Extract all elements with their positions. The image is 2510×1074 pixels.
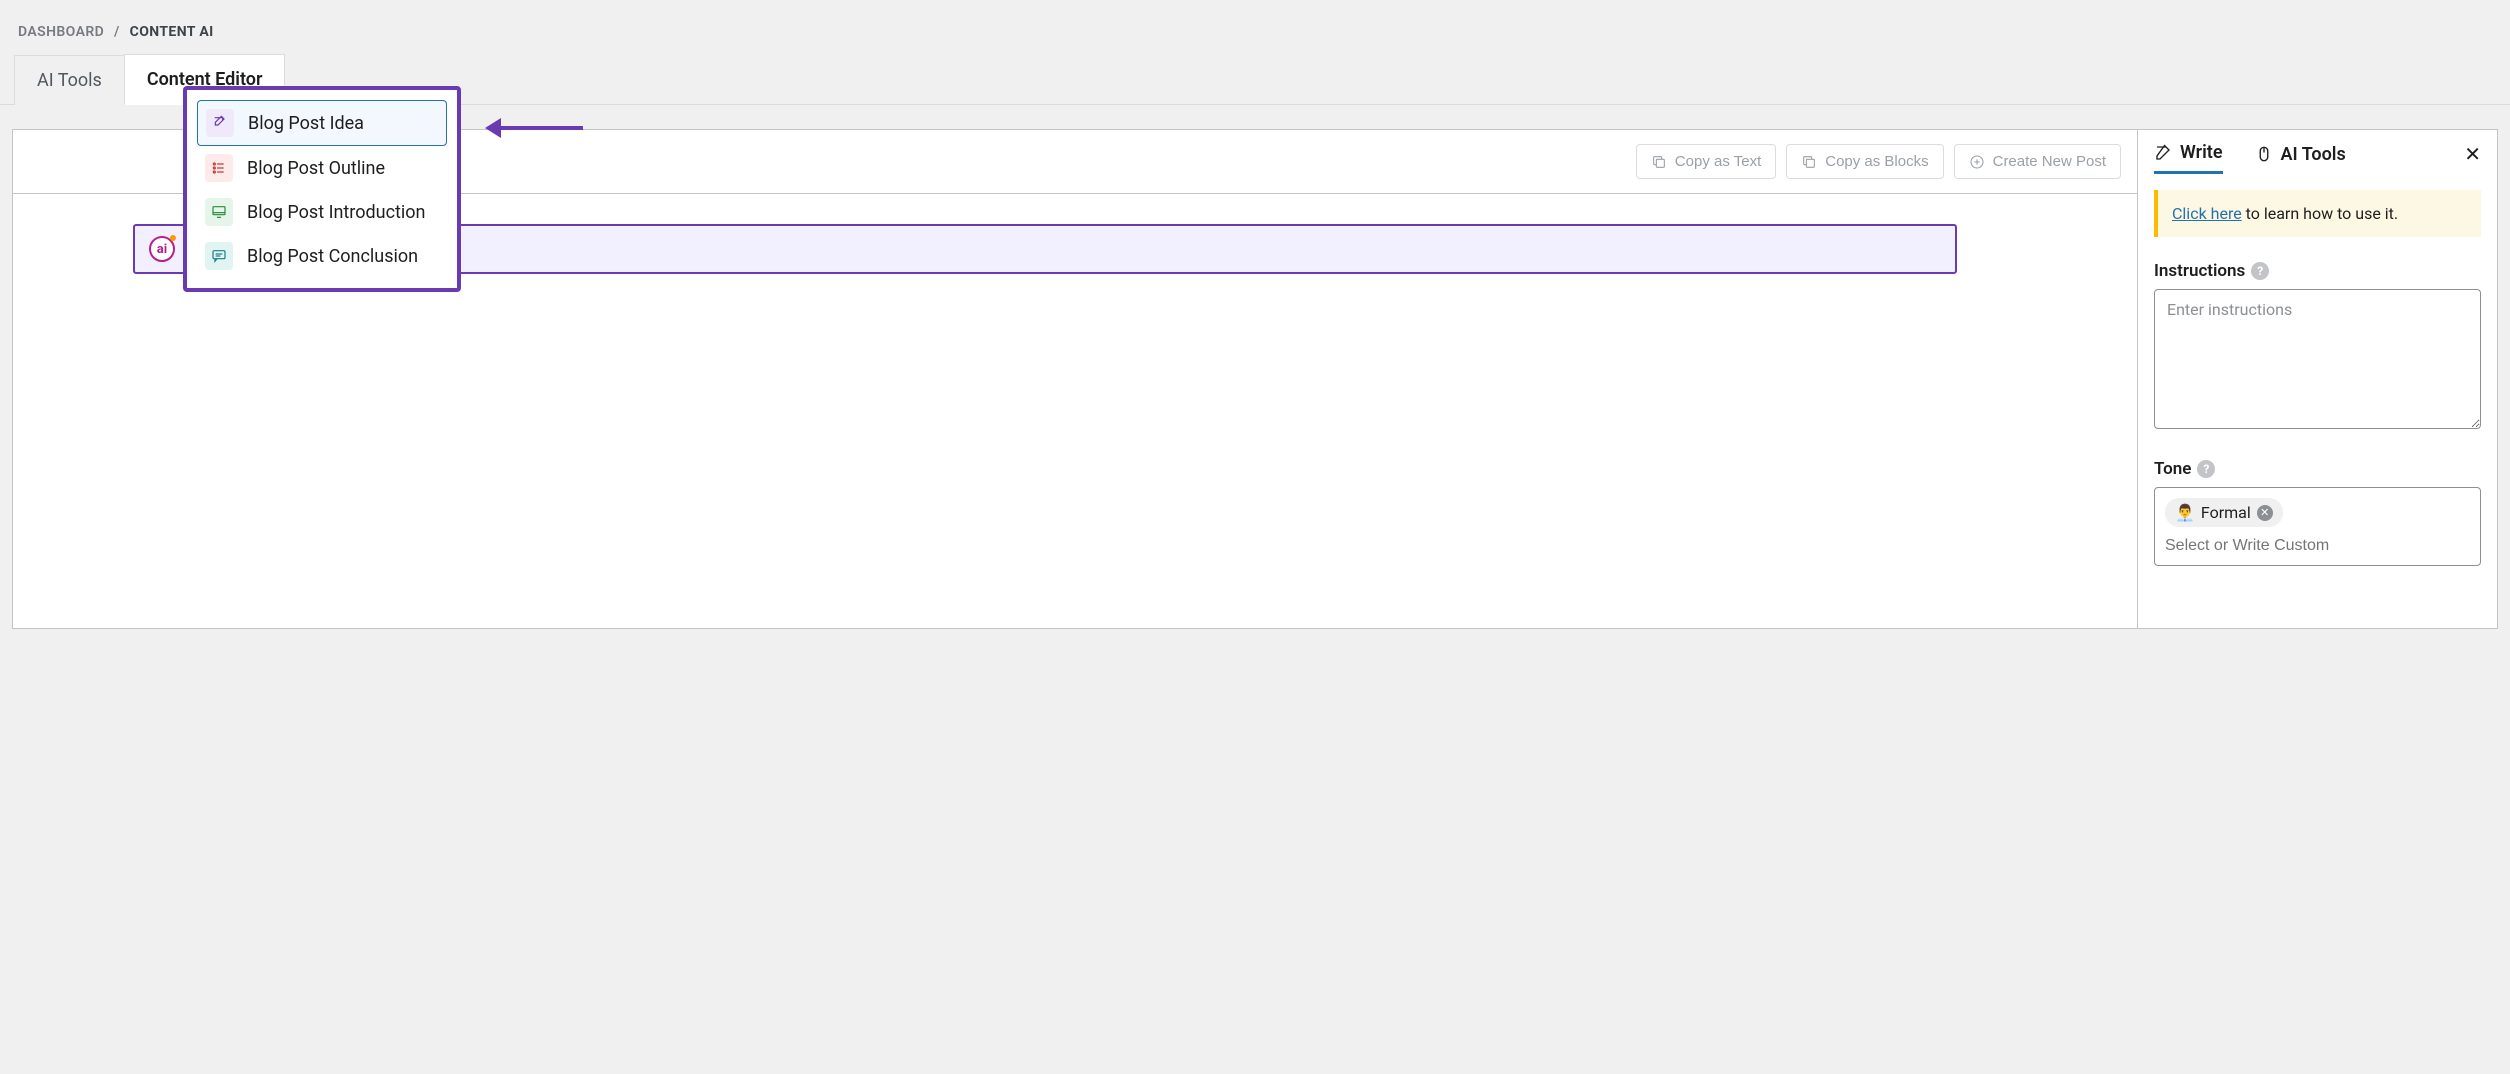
remove-chip-icon[interactable]: ✕ xyxy=(2257,505,2273,521)
tone-select[interactable]: 👨‍💼 Formal ✕ xyxy=(2154,487,2481,566)
annotation-arrow xyxy=(485,118,583,138)
dropdown-item-blog-post-outline[interactable]: Blog Post Outline xyxy=(197,146,447,190)
label-text: Tone xyxy=(2154,459,2191,479)
tab-ai-tools[interactable]: AI Tools xyxy=(14,55,125,105)
autocomplete-dropdown: Blog Post Idea Blog Post Outline Blog Po… xyxy=(183,86,461,292)
sidebar-tab-label: Write xyxy=(2180,142,2223,163)
dropdown-item-label: Blog Post Introduction xyxy=(247,202,425,223)
copy-icon xyxy=(1651,154,1667,170)
sidebar-tab-ai-tools[interactable]: AI Tools xyxy=(2255,144,2346,173)
help-icon[interactable]: ? xyxy=(2251,262,2269,280)
notice-link[interactable]: Click here xyxy=(2172,204,2242,223)
create-new-post-button[interactable]: Create New Post xyxy=(1954,144,2121,179)
chat-icon xyxy=(205,242,233,270)
tone-label: Tone ? xyxy=(2154,459,2481,479)
write-icon xyxy=(2154,144,2172,162)
sidebar-tab-write[interactable]: Write xyxy=(2154,142,2223,174)
copy-as-text-button[interactable]: Copy as Text xyxy=(1636,144,1776,179)
help-icon[interactable]: ? xyxy=(2197,460,2215,478)
tone-chip-label: Formal xyxy=(2201,503,2251,522)
monitor-icon xyxy=(205,198,233,226)
right-sidebar: Write AI Tools ✕ Click here to learn how… xyxy=(2138,129,2498,629)
button-label: Copy as Blocks xyxy=(1825,153,1928,170)
list-icon xyxy=(205,154,233,182)
dropdown-item-label: Blog Post Outline xyxy=(247,158,385,179)
page-tabs: AI Tools Content Editor Blog Post Idea B… xyxy=(0,54,2510,105)
help-notice: Click here to learn how to use it. xyxy=(2154,190,2481,237)
dropdown-item-label: Blog Post Idea xyxy=(248,113,364,134)
plus-circle-icon xyxy=(1969,154,1985,170)
dropdown-item-blog-post-introduction[interactable]: Blog Post Introduction xyxy=(197,190,447,234)
button-label: Create New Post xyxy=(1993,153,2106,170)
copy-icon xyxy=(1801,154,1817,170)
copy-as-blocks-button[interactable]: Copy as Blocks xyxy=(1786,144,1943,179)
tone-input[interactable] xyxy=(2165,537,2470,555)
instructions-textarea[interactable] xyxy=(2154,289,2481,429)
notice-text: to learn how to use it. xyxy=(2242,204,2398,223)
breadcrumb-current: CONTENT AI xyxy=(130,24,214,40)
mouse-icon xyxy=(2255,145,2273,163)
dropdown-item-blog-post-idea[interactable]: Blog Post Idea xyxy=(197,100,447,146)
breadcrumb: DASHBOARD / CONTENT AI xyxy=(0,0,2510,54)
ai-badge-icon: ai xyxy=(149,236,175,262)
edit-icon xyxy=(206,109,234,137)
breadcrumb-root[interactable]: DASHBOARD xyxy=(18,24,104,40)
dropdown-item-blog-post-conclusion[interactable]: Blog Post Conclusion xyxy=(197,234,447,278)
breadcrumb-separator: / xyxy=(114,24,120,40)
close-icon[interactable]: ✕ xyxy=(2464,142,2481,166)
instructions-label: Instructions ? xyxy=(2154,261,2481,281)
person-emoji-icon: 👨‍💼 xyxy=(2175,503,2195,522)
sidebar-tab-label: AI Tools xyxy=(2281,144,2346,165)
button-label: Copy as Text xyxy=(1675,153,1761,170)
tone-chip-formal: 👨‍💼 Formal ✕ xyxy=(2165,498,2283,527)
dropdown-item-label: Blog Post Conclusion xyxy=(247,246,418,267)
label-text: Instructions xyxy=(2154,261,2245,281)
